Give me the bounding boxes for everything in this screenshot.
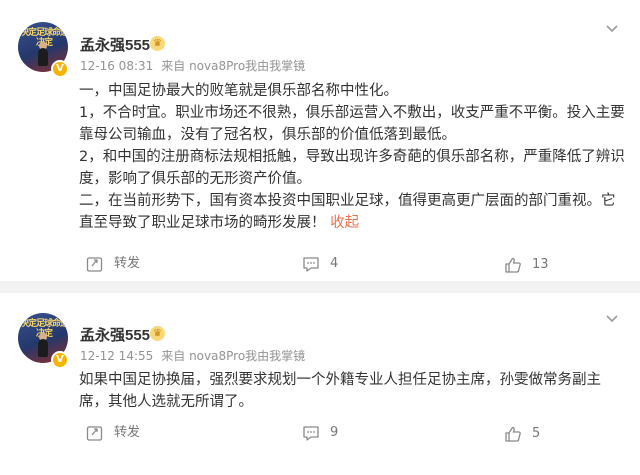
like-button[interactable]: 5 <box>504 424 564 444</box>
repost-label: 转发 <box>114 425 141 440</box>
thumbs-up-icon <box>505 426 521 442</box>
post-timestamp: 12-12 14:55 <box>80 349 154 363</box>
like-button[interactable]: 13 <box>504 255 564 275</box>
comment-count: 9 <box>330 425 339 440</box>
post-text: 如果中国足协换届，强烈要求规划一个外籍专业人担任足协主席，孙雯做常务副主席，其他… <box>79 369 627 413</box>
post-text: 一，中国足协最大的败笔就是俱乐部名称中性化。 1，不合时宜。职业市场还不很熟，俱… <box>79 80 627 234</box>
repost-icon <box>86 257 103 272</box>
post-paragraph: 如果中国足协换届，强烈要求规划一个外籍专业人担任足协主席，孙雯做常务副主席，其他… <box>79 372 601 410</box>
comment-button[interactable]: 4 <box>302 254 362 274</box>
repost-button[interactable]: 转发 <box>86 254 156 274</box>
thumbs-up-icon <box>505 257 521 273</box>
post-timestamp: 12-16 08:31 <box>80 59 154 73</box>
post-paragraph: 1，不合时宜。职业市场还不很熟，俱乐部运营入不敷出，收支严重不平衡。投入主要靠母… <box>79 105 625 143</box>
collapse-link[interactable]: 收起 <box>330 215 359 231</box>
post-meta: 12-16 08:31 来自 nova8Pro我由我掌镜 <box>80 57 313 74</box>
weibo-post-2: 决定足球命运决定 V 孟永强555 ♛ 12-12 14:55来自 nova8P… <box>0 293 640 475</box>
crown-badge-icon: ♛ <box>150 36 165 51</box>
username[interactable]: 孟永强555 <box>80 34 150 55</box>
crown-badge-icon: ♛ <box>150 326 165 341</box>
post-meta: 12-12 14:55 来自 nova8Pro我由我掌镜 <box>80 347 313 364</box>
comment-icon <box>303 257 319 272</box>
like-count: 5 <box>532 426 541 441</box>
username[interactable]: 孟永强555 <box>80 324 150 345</box>
verified-badge-icon: V <box>51 60 69 78</box>
repost-icon <box>86 426 103 441</box>
repost-label: 转发 <box>114 256 141 271</box>
like-count: 13 <box>532 257 549 272</box>
chevron-down-icon[interactable] <box>605 314 619 324</box>
post-source: 来自 nova8Pro我由我掌镜 <box>161 59 306 73</box>
post-paragraph: 一，中国足协最大的败笔就是俱乐部名称中性化。 <box>79 83 398 99</box>
comment-icon <box>303 426 319 441</box>
post-paragraph: 2，和中国的注册商标法规相抵触，导致出现许多奇葩的俱乐部名称，严重降低了辨识度，… <box>79 149 625 187</box>
post-paragraph-last: 二，在当前形势下，国有资本投资中国职业足球，值得更高更广层面的部门重视。它直至导… <box>79 193 616 231</box>
comment-count: 4 <box>330 256 339 271</box>
chevron-down-icon[interactable] <box>605 24 619 34</box>
comment-button[interactable]: 9 <box>302 423 362 443</box>
post-source: 来自 nova8Pro我由我掌镜 <box>161 349 306 363</box>
verified-badge-icon: V <box>51 351 69 369</box>
post-separator <box>0 281 640 293</box>
repost-button[interactable]: 转发 <box>86 423 156 443</box>
weibo-post-1: 决定足球命运决定 V 孟永强555 ♛ 12-16 08:31来自 nova8P… <box>0 0 640 281</box>
